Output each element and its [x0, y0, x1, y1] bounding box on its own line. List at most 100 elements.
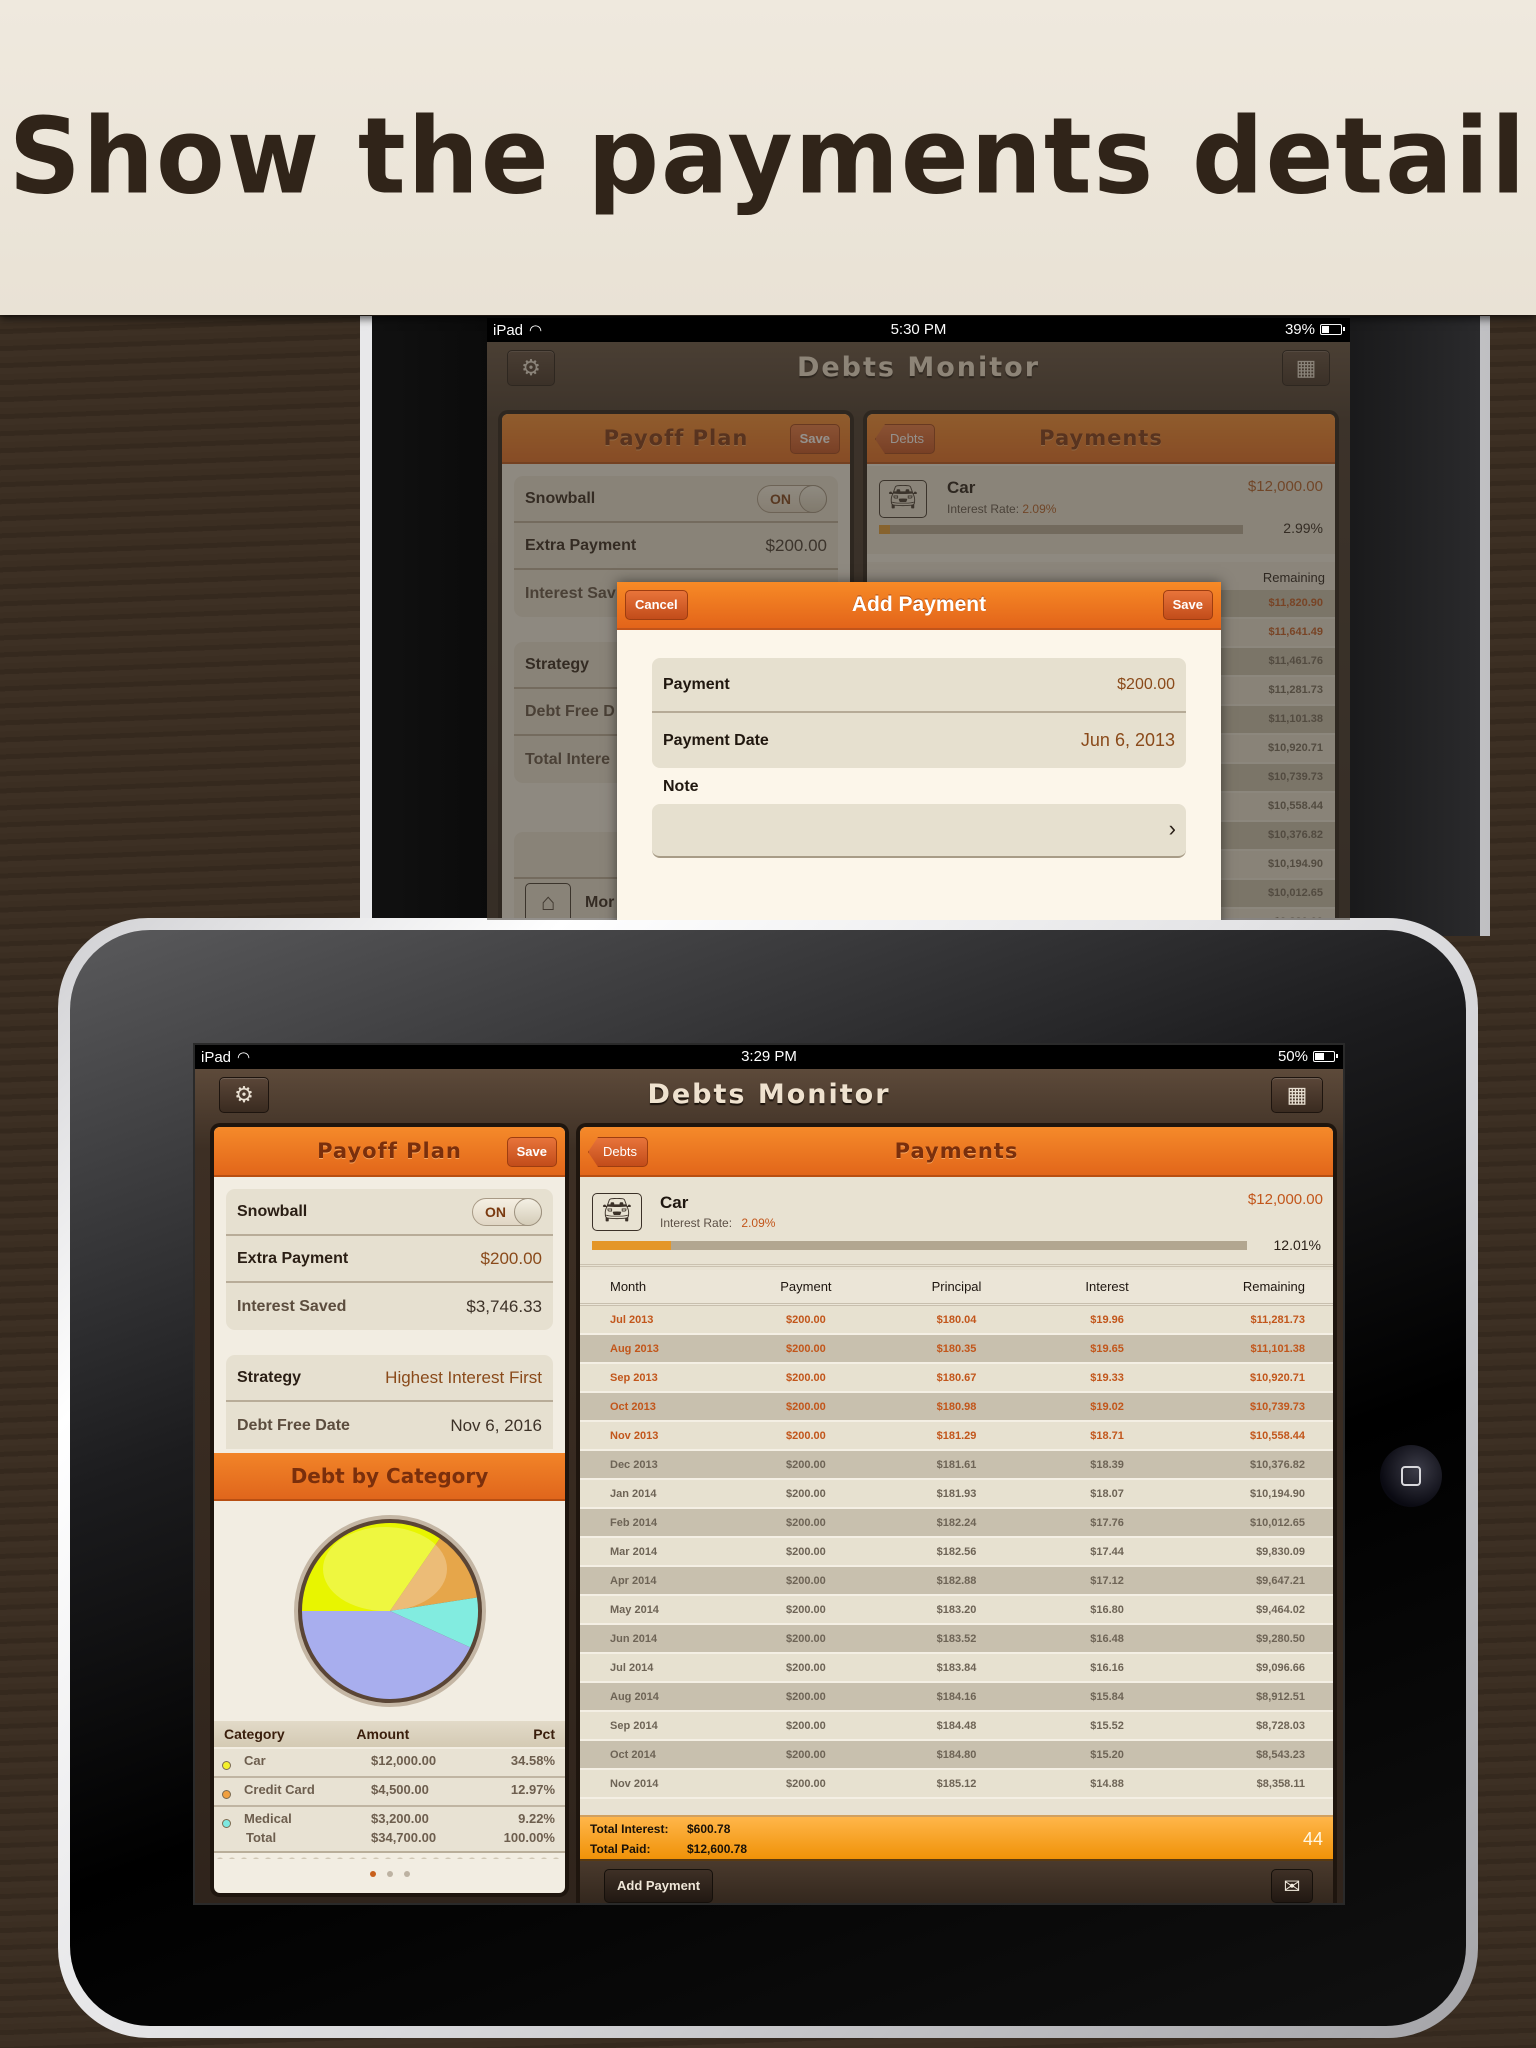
table-row[interactable]: Jun 2014 $200.00 $183.52 $16.48 $9,280.50	[580, 1625, 1333, 1654]
category-amount: $12,000.00	[371, 1753, 437, 1768]
extra-payment-value: $200.00	[480, 1248, 542, 1268]
interest-cell: $16.48	[1090, 1632, 1124, 1645]
total-amount: $34,700.00	[371, 1830, 437, 1845]
remaining-cell: $9,280.50	[1256, 1632, 1305, 1645]
payment-cell: $200.00	[786, 1777, 826, 1790]
principal-cell: $180.98	[936, 1400, 977, 1413]
strategy-value: Highest Interest First	[385, 1367, 542, 1387]
table-row[interactable]: May 2014 $200.00 $183.20 $16.80 $9,464.02	[580, 1596, 1333, 1625]
progress-percent: 12.01%	[1273, 1237, 1321, 1253]
payment-cell: $200.00	[786, 1516, 826, 1529]
payment-row[interactable]: Payment $200.00	[652, 658, 1186, 713]
category-row[interactable]: Car $12,000.00 34.58%	[214, 1749, 565, 1778]
page-dot[interactable]	[369, 1871, 376, 1877]
add-payment-button[interactable]: Add Payment	[604, 1869, 714, 1903]
payment-count: 44	[1302, 1829, 1323, 1849]
page-dot[interactable]	[386, 1871, 393, 1877]
progress-bar	[592, 1241, 1247, 1250]
month-cell: Jul 2013	[610, 1313, 654, 1326]
table-row[interactable]: Oct 2013 $200.00 $180.98 $19.02 $10,739.73	[580, 1393, 1333, 1422]
email-button[interactable]: ✉	[1271, 1869, 1313, 1903]
table-row[interactable]: Nov 2014 $200.00 $185.12 $14.88 $8,358.11	[580, 1770, 1333, 1799]
total-label: Total	[246, 1830, 277, 1845]
table-row[interactable]: Aug 2013 $200.00 $180.35 $19.65 $11,101.38	[580, 1335, 1333, 1364]
scalloped-divider	[214, 1851, 565, 1859]
category-table-header: Category Amount Pct	[214, 1721, 565, 1747]
category-row[interactable]: Credit Card $4,500.00 12.97%	[214, 1778, 565, 1807]
category-pct: 34.58%	[510, 1753, 555, 1768]
remaining-cell: $9,830.09	[1256, 1545, 1305, 1558]
toggle-knob	[514, 1197, 542, 1226]
app-title: Debts Monitor	[647, 1079, 891, 1110]
table-row[interactable]: Nov 2013 $200.00 $181.29 $18.71 $10,558.44	[580, 1422, 1333, 1451]
remaining-cell: $11,281.73	[1250, 1313, 1305, 1326]
interest-cell: $16.80	[1090, 1603, 1124, 1616]
table-body: Jul 2013 $200.00 $180.04 $19.96 $11,281.73 Au…	[580, 1306, 1333, 1799]
table-row[interactable]: Dec 2013 $200.00 $181.61 $18.39 $10,376.82	[580, 1451, 1333, 1480]
interest-cell: $19.65	[1090, 1342, 1124, 1355]
table-row[interactable]: Jan 2014 $200.00 $181.93 $18.07 $10,194.90	[580, 1480, 1333, 1509]
table-row[interactable]: Feb 2014 $200.00 $182.24 $17.76 $10,012.65	[580, 1509, 1333, 1538]
category-header: Category	[224, 1726, 285, 1742]
payment-date-row[interactable]: Payment Date Jun 6, 2013	[652, 713, 1186, 768]
month-cell: Feb 2014	[610, 1516, 658, 1529]
debt-name: Car	[660, 1193, 689, 1212]
total-paid-value: $12,600.78	[687, 1842, 748, 1856]
table-row[interactable]: Jul 2014 $200.00 $183.84 $16.16 $9,096.66	[580, 1654, 1333, 1683]
principal-cell: $181.93	[936, 1487, 977, 1500]
category-pct: 12.97%	[510, 1782, 555, 1797]
battery-icon	[1313, 1051, 1338, 1062]
interest-cell: $16.16	[1090, 1661, 1124, 1674]
table-row[interactable]: Sep 2014 $200.00 $184.48 $15.52 $8,728.03	[580, 1712, 1333, 1741]
month-cell: Dec 2013	[610, 1458, 658, 1471]
home-button[interactable]	[1380, 1445, 1442, 1507]
payment-cell: $200.00	[786, 1690, 826, 1703]
month-cell: Mar 2014	[610, 1545, 658, 1558]
category-row[interactable]: Medical $3,200.00 9.22% Total $34,700.00 100.…	[214, 1807, 565, 1853]
month-cell: May 2014	[610, 1603, 659, 1616]
principal-cell: $183.84	[936, 1661, 977, 1674]
table-row[interactable]: Sep 2013 $200.00 $180.67 $19.33 $10,920.71	[580, 1364, 1333, 1393]
battery-icon	[1320, 324, 1345, 335]
payoff-plan-panel: Payoff Plan Save Snowball ON Extra Paymen…	[214, 1127, 565, 1893]
principal-cell: $181.61	[936, 1458, 977, 1471]
interest-cell: $15.20	[1090, 1748, 1124, 1761]
payment-cell: $200.00	[786, 1400, 826, 1413]
save-button[interactable]: Save	[506, 1137, 557, 1167]
app-header: ⚙ Debts Monitor ▦	[195, 1069, 1343, 1124]
debt-by-category-header: Debt by Category	[214, 1453, 565, 1501]
principal-cell: $184.80	[936, 1748, 977, 1761]
remaining-cell: $9,464.02	[1256, 1603, 1305, 1616]
table-row[interactable]: Jul 2013 $200.00 $180.04 $19.96 $11,281.73	[580, 1306, 1333, 1335]
table-row[interactable]: Apr 2014 $200.00 $182.88 $17.12 $9,647.21	[580, 1567, 1333, 1596]
page-dot[interactable]	[403, 1871, 410, 1877]
category-amount: $3,200.00	[371, 1811, 429, 1826]
table-row[interactable]: Aug 2014 $200.00 $184.16 $15.84 $8,912.51	[580, 1683, 1333, 1712]
snowball-toggle[interactable]: ON	[472, 1197, 542, 1226]
month-cell: Jul 2014	[610, 1661, 654, 1674]
table-row[interactable]: Mar 2014 $200.00 $182.56 $17.44 $9,830.09	[580, 1538, 1333, 1567]
category-color-dot	[222, 1819, 231, 1828]
interest-cell: $18.71	[1090, 1429, 1124, 1442]
month-cell: Aug 2013	[610, 1342, 659, 1355]
interest-cell: $19.96	[1090, 1313, 1124, 1326]
interest-saved-value: $3,746.33	[466, 1296, 542, 1316]
total-interest-value: $600.78	[687, 1822, 731, 1836]
payment-header: Payment	[780, 1279, 832, 1294]
payment-cell: $200.00	[786, 1545, 826, 1558]
principal-cell: $182.88	[936, 1574, 977, 1587]
payments-table: Month Payment Principal Interest Remaini…	[580, 1270, 1333, 1799]
page-control[interactable]	[214, 1871, 565, 1877]
category-color-dot	[222, 1761, 231, 1770]
home-square-icon	[1401, 1466, 1421, 1486]
strategy-row[interactable]: Strategy Highest Interest First	[226, 1355, 553, 1402]
calculator-button[interactable]: ▦	[1271, 1077, 1323, 1113]
payment-cell: $200.00	[786, 1574, 826, 1587]
interest-cell: $18.39	[1090, 1458, 1124, 1471]
interest-rate-value: 2.09%	[741, 1216, 776, 1230]
toggle-state: ON	[485, 1203, 506, 1220]
save-button[interactable]: Save	[1162, 590, 1213, 620]
table-row[interactable]: Oct 2014 $200.00 $184.80 $15.20 $8,543.23	[580, 1741, 1333, 1770]
extra-payment-row[interactable]: Extra Payment $200.00	[226, 1236, 553, 1283]
note-field[interactable]: ›	[652, 804, 1186, 858]
